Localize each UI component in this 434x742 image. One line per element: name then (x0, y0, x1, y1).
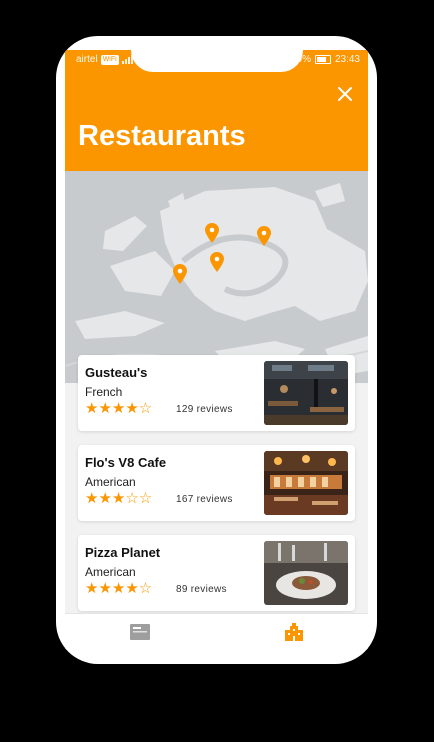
location-pin-icon (257, 226, 271, 246)
restaurant-interior-image (264, 361, 348, 425)
map-tiles (65, 171, 368, 383)
close-icon (338, 87, 352, 101)
map-pin-4[interactable] (172, 263, 188, 285)
restaurant-name: Gusteau's (85, 365, 148, 380)
restaurant-cuisine: American (85, 565, 136, 579)
food-plate-image (264, 541, 348, 605)
review-count: 89 reviews (176, 584, 227, 595)
restaurant-photo (264, 361, 348, 425)
map[interactable] (65, 171, 368, 383)
status-bar-right: 0% 23:43 (297, 54, 360, 65)
location-pin-icon (173, 264, 187, 284)
review-count: 129 reviews (176, 404, 233, 415)
app-screen: airtel WiFi 0% 23:43 Restaurants Gusteau… (65, 50, 368, 650)
phone-frame: airtel WiFi 0% 23:43 Restaurants Gusteau… (56, 36, 377, 664)
location-pin-icon (210, 252, 224, 272)
camera-notch (131, 50, 303, 72)
restaurant-building-icon (285, 623, 303, 641)
star-rating-value: ★★★☆☆ (85, 490, 153, 507)
restaurant-photo (264, 451, 348, 515)
restaurant-cuisine: French (85, 385, 123, 399)
star-rating-value: ★★★★☆ (85, 400, 153, 417)
bottom-navigation (65, 613, 368, 650)
nav-item-restaurants[interactable] (283, 622, 305, 642)
page-title: Restaurants (78, 120, 246, 152)
restaurant-card[interactable]: Flo's V8 Cafe American ★★★☆☆ 167 reviews (78, 445, 355, 521)
restaurant-card[interactable]: Pizza Planet American ★★★★☆ 89 reviews (78, 535, 355, 611)
wifi-badge: WiFi (100, 54, 119, 65)
clock: 23:43 (334, 54, 360, 65)
star-rating: ★★★★☆ (85, 401, 152, 417)
map-pin-1[interactable] (204, 222, 220, 244)
battery-icon (314, 55, 331, 64)
restaurant-interior-image (264, 451, 348, 515)
restaurant-photo (264, 541, 348, 605)
star-rating: ★★★☆☆ (85, 491, 152, 507)
restaurant-card[interactable]: Gusteau's French ★★★★☆ 129 reviews (78, 355, 355, 431)
location-pin-icon (205, 223, 219, 243)
star-rating-value: ★★★★☆ (85, 580, 153, 597)
restaurant-cuisine: American (85, 475, 136, 489)
review-count: 167 reviews (176, 494, 233, 505)
restaurant-name: Flo's V8 Cafe (85, 455, 167, 470)
restaurant-name: Pizza Planet (85, 545, 161, 560)
star-rating: ★★★★☆ (85, 581, 152, 597)
close-button[interactable] (333, 82, 357, 106)
nav-item-articles[interactable] (129, 622, 151, 642)
map-pin-3[interactable] (209, 251, 225, 273)
status-bar-left: airtel WiFi (76, 54, 133, 65)
article-icon (130, 624, 150, 640)
map-pin-2[interactable] (256, 225, 272, 247)
carrier-name: airtel (76, 54, 98, 65)
